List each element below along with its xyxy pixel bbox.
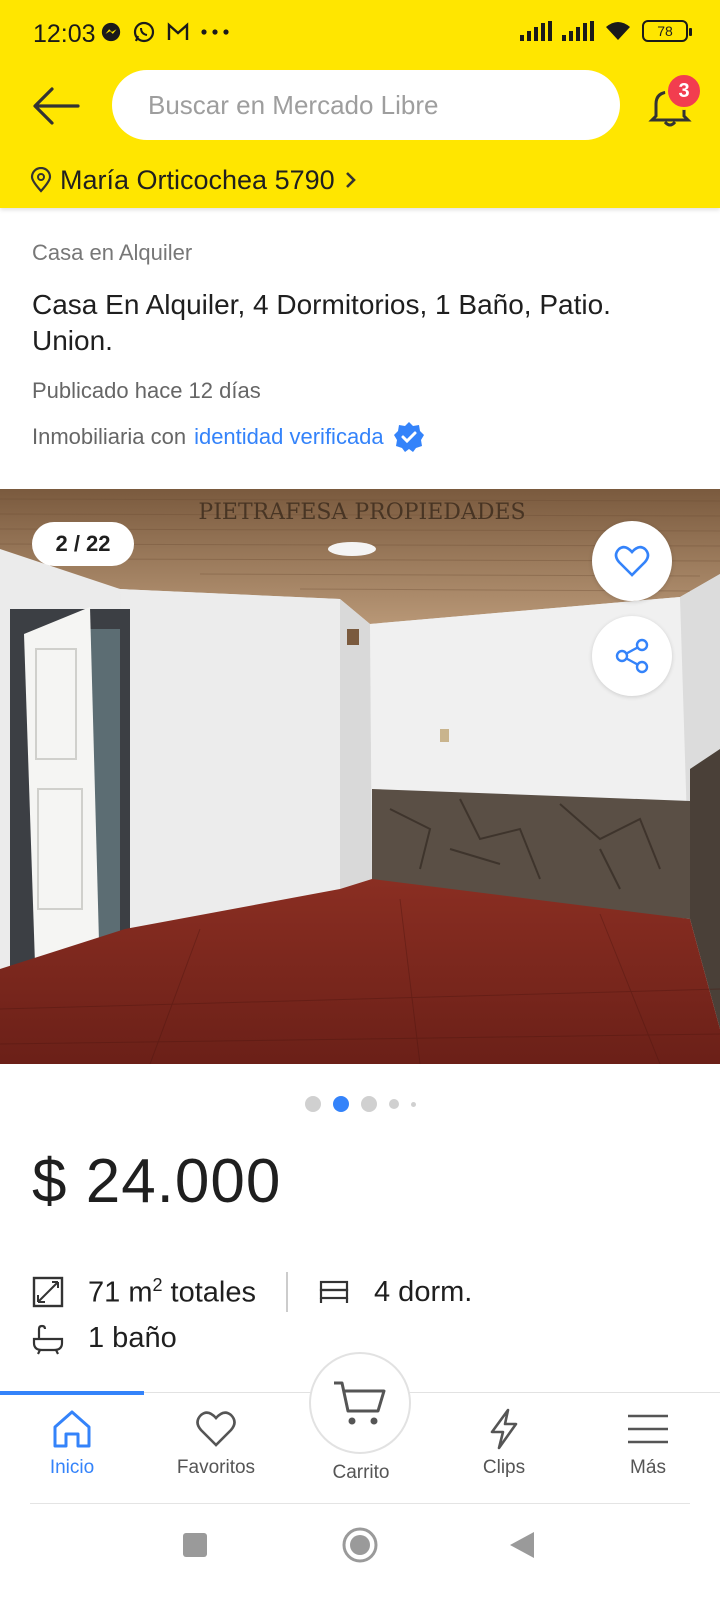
share-icon xyxy=(615,638,649,674)
messenger-icon xyxy=(101,22,121,42)
nav-carrito[interactable] xyxy=(309,1352,411,1454)
active-tab-indicator xyxy=(0,1391,144,1395)
chevron-right-icon xyxy=(345,172,356,188)
carousel-dot-active[interactable] xyxy=(332,1096,349,1112)
listing-price: $ 24.000 xyxy=(32,1147,282,1216)
area-value: 71 m xyxy=(88,1276,153,1309)
location-label: María Orticochea 5790 xyxy=(60,164,335,195)
cart-icon xyxy=(334,1381,386,1425)
home-icon xyxy=(53,1410,91,1448)
battery-indicator: 78 xyxy=(642,20,692,42)
seller-prefix: Inmobiliaria con xyxy=(32,424,187,449)
carousel-dot[interactable] xyxy=(410,1101,416,1107)
bathtub-icon xyxy=(32,1324,64,1354)
heart-icon xyxy=(196,1411,236,1447)
verified-identity-link[interactable]: identidad verificada xyxy=(194,424,384,450)
signal-icon-1 xyxy=(520,21,552,41)
carousel-dot[interactable] xyxy=(388,1099,399,1109)
carousel-dot[interactable] xyxy=(360,1096,377,1112)
share-button[interactable] xyxy=(592,616,672,696)
lightning-icon xyxy=(490,1408,518,1450)
photo-counter: 2 / 22 xyxy=(32,522,134,566)
system-status-icons: 78 xyxy=(520,20,692,42)
photo-watermark: PIETRAFESA PROPIEDADES xyxy=(198,500,525,525)
menu-icon xyxy=(628,1414,668,1444)
nav-label: Favoritos xyxy=(176,1457,256,1478)
bathrooms-feature: 1 baño xyxy=(88,1322,177,1354)
nav-inicio[interactable]: Inicio xyxy=(0,1407,144,1479)
area-feature: 71 m2 totales xyxy=(88,1275,256,1310)
seller-info: Inmobiliaria con identidad verificada xyxy=(32,420,426,454)
feature-divider xyxy=(286,1272,288,1312)
location-pin-icon xyxy=(30,167,52,193)
bedrooms-feature: 4 dorm. xyxy=(374,1275,473,1308)
heart-icon xyxy=(614,545,650,577)
nav-mas[interactable]: Más xyxy=(576,1407,720,1479)
search-input[interactable]: Buscar en Mercado Libre xyxy=(112,70,620,140)
published-date: Publicado hace 12 días xyxy=(32,378,261,403)
notification-icons xyxy=(100,20,230,44)
home-circle-icon[interactable] xyxy=(342,1527,378,1563)
arrow-left-icon xyxy=(33,87,80,125)
more-notifications-icon xyxy=(201,29,229,35)
nav-label: Inicio xyxy=(49,1457,95,1478)
whatsapp-icon xyxy=(133,21,155,43)
nav-label: Clips xyxy=(482,1457,526,1478)
notification-badge: 3 xyxy=(665,72,703,110)
nav-label: Más xyxy=(630,1457,666,1478)
nav-divider xyxy=(30,1503,690,1504)
area-suffix: totales xyxy=(162,1276,256,1309)
listing-category: Casa en Alquiler xyxy=(32,240,193,265)
carousel-dot[interactable] xyxy=(304,1096,321,1112)
area-unit-sup: 2 xyxy=(152,1274,163,1295)
verified-badge-icon xyxy=(393,422,424,452)
gmail-icon xyxy=(167,22,189,40)
listing-title: Casa En Alquiler, 4 Dormitorios, 1 Baño,… xyxy=(32,289,611,356)
system-navigation-bar xyxy=(0,1510,720,1600)
features-row-2: 1 baño xyxy=(32,1322,177,1355)
back-button[interactable] xyxy=(30,80,82,132)
area-icon xyxy=(32,1276,64,1308)
signal-icon-2 xyxy=(562,21,594,41)
features-row-1: 71 m2 totales 4 dorm. xyxy=(32,1272,472,1312)
status-time: 12:03 xyxy=(33,20,96,48)
favorite-button[interactable] xyxy=(592,521,672,601)
back-triangle-icon[interactable] xyxy=(508,1530,536,1560)
wifi-icon xyxy=(606,22,630,40)
recent-apps-icon[interactable] xyxy=(182,1532,208,1558)
status-bar: 12:03 78 xyxy=(0,0,720,66)
nav-carrito-label: Carrito xyxy=(332,1462,390,1483)
location-selector[interactable]: María Orticochea 5790 xyxy=(30,160,359,200)
app-header: 12:03 78 Buscar en Mercado Libre 3 María… xyxy=(0,0,720,208)
carousel-dots xyxy=(0,1096,720,1112)
nav-clips[interactable]: Clips xyxy=(432,1407,576,1479)
nav-favoritos[interactable]: Favoritos xyxy=(144,1407,288,1479)
bed-icon xyxy=(319,1280,349,1303)
